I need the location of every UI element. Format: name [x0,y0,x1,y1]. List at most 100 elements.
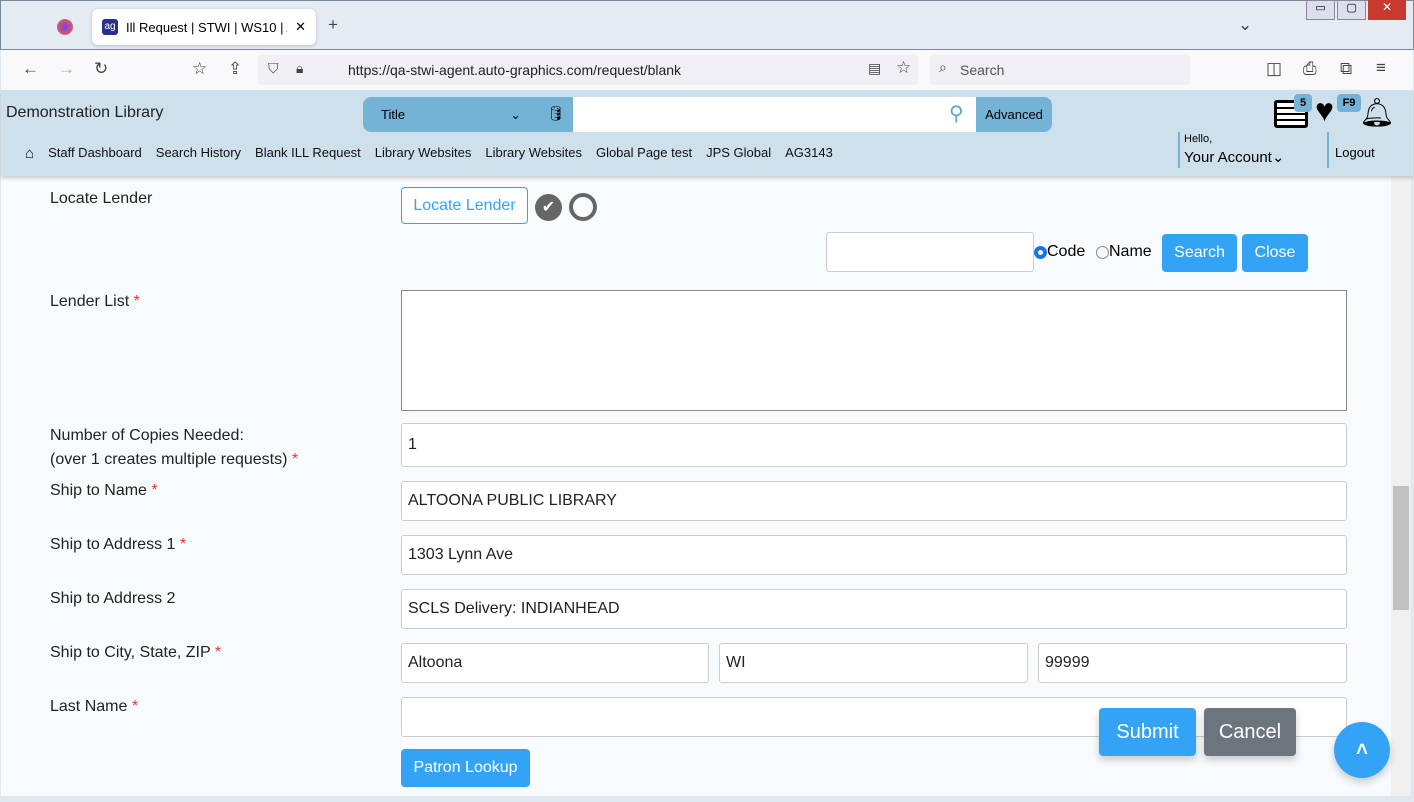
reader-view-icon[interactable]: ▤ [868,60,881,77]
required-mark: * [151,482,158,499]
tab-list-icon[interactable]: ⌄ [1238,15,1252,35]
copies-input[interactable]: 1 [401,423,1347,467]
address2-input[interactable]: SCLS Delivery: INDIANHEAD [401,589,1347,629]
shield-icon[interactable]: ⛉ [268,60,279,77]
address1-input[interactable]: 1303 Lynn Ave [401,535,1347,575]
divider [1327,132,1329,168]
print-icon[interactable]: ⎙ [1303,59,1317,79]
lender-search-input[interactable] [826,232,1034,272]
window-controls: ▭ ▢ ✕ [1306,0,1406,20]
check-circle-icon: ✔ [535,194,562,221]
browser-tab[interactable]: ag Ill Request | STWI | WS10 | Auto- ✕ [92,9,316,45]
nav-library-websites[interactable]: Library Websites [375,145,472,162]
locate-lender-button[interactable]: Locate Lender [401,187,528,224]
required-mark: * [291,451,299,468]
back-icon[interactable]: ← [22,59,39,79]
lender-list-label: Lender List [50,293,130,310]
main-nav: ⌂ Staff Dashboard Search History Blank I… [25,145,833,162]
search-icon[interactable]: ⚲ [949,101,964,126]
search-placeholder: Search [960,62,1005,78]
site-favicon: ag [102,19,118,35]
browser-search-input[interactable]: Search [930,55,1190,85]
city-state-zip-label: Ship to City, State, ZIP [50,644,211,661]
submit-button[interactable]: Submit [1099,708,1196,756]
list-count-badge: 5 [1294,94,1312,112]
close-window-icon[interactable]: ✕ [1368,0,1406,20]
favorites-badge: F9 [1337,94,1361,112]
chevron-down-icon: ⌄ [1271,149,1285,166]
ship-name-input[interactable]: ALTOONA PUBLIC LIBRARY [401,481,1347,521]
required-mark: * [133,293,140,310]
pocket-icon[interactable]: ◫ [1266,59,1282,79]
account-label: Your Account [1184,149,1272,166]
heart-icon[interactable]: ♥ [1315,94,1334,126]
forward-icon[interactable]: → [58,59,75,79]
nav-global-page-test[interactable]: Global Page test [596,145,692,162]
radio-checked-icon [1034,245,1047,259]
hello-text: Hello, [1184,133,1213,145]
state-input[interactable]: WI [719,643,1028,683]
scrollbar[interactable] [1391,176,1411,796]
search-type-select[interactable]: Title ⌄ [363,97,573,132]
lock-icon[interactable]: 🔒︎ [296,60,303,77]
locate-lender-label: Locate Lender [50,190,153,207]
nav-ag3143[interactable]: AG3143 [785,145,833,162]
chevron-down-icon: ⌄ [510,106,521,122]
nav-staff-dashboard[interactable]: Staff Dashboard [48,145,142,162]
search-icon: ⌕ [939,59,947,75]
bell-icon[interactable]: 🔔︎ [1359,96,1395,129]
lender-list-textarea[interactable] [401,290,1347,411]
nav-jps-global[interactable]: JPS Global [706,145,771,162]
search-type-value: Title [381,107,406,122]
circle-icon [569,193,597,221]
url-text: https://qa-stwi-agent.auto-graphics.com/… [348,62,682,78]
radio-code-label: Code [1047,243,1086,260]
library-name: Demonstration Library [6,104,164,121]
copies-hint: (over 1 creates multiple requests) [50,451,288,468]
catalog-search-input[interactable] [573,97,976,132]
logout-link[interactable]: Logout [1335,145,1375,160]
address2-label: Ship to Address 2 [50,590,176,607]
nav-blank-ill-request[interactable]: Blank ILL Request [255,145,361,162]
required-mark: * [179,536,187,553]
firefox-icon [57,19,73,35]
share-icon[interactable]: ⇪ [228,59,242,79]
radio-name[interactable]: Name [1096,243,1152,261]
chevron-up-icon: ˄ [1356,739,1368,761]
zip-input[interactable]: 99999 [1038,643,1347,683]
city-input[interactable]: Altoona [401,643,709,683]
reload-icon[interactable]: ↻ [94,59,108,79]
close-tab-icon[interactable]: ✕ [295,19,306,35]
radio-unchecked-icon [1096,245,1109,259]
cancel-button[interactable]: Cancel [1204,708,1296,756]
menu-icon[interactable]: ≡ [1376,58,1386,78]
patron-lookup-button[interactable]: Patron Lookup [401,749,530,787]
copies-label: Number of Copies Needed: [50,427,244,444]
required-mark: * [131,698,139,715]
extensions-icon[interactable]: ⧉ [1340,59,1352,79]
nav-search-history[interactable]: Search History [156,145,241,162]
address1-label: Ship to Address 1 [50,536,176,553]
account-menu[interactable]: Your Account⌄ [1184,148,1284,166]
bookmark-page-icon[interactable]: ☆ [192,59,207,79]
divider [1178,132,1180,168]
tab-title: Ill Request | STWI | WS10 | Auto- [126,19,287,35]
minimize-icon[interactable]: ▭ [1306,0,1336,20]
close-button[interactable]: Close [1242,234,1308,272]
radio-name-label: Name [1109,243,1152,260]
advanced-search-button[interactable]: Advanced [976,97,1052,132]
home-icon[interactable]: ⌂ [25,145,34,162]
nav-library-websites-2[interactable]: Library Websites [485,145,582,162]
url-bar[interactable]: https://qa-stwi-agent.auto-graphics.com/… [258,55,918,85]
required-mark: * [214,644,222,661]
lender-search-button[interactable]: Search [1162,234,1237,272]
last-name-label: Last Name [50,698,128,715]
site-header: Demonstration Library Title ⌄ 🛢︎ ⚲ Advanc… [1,90,1413,176]
radio-code[interactable]: Code [1034,243,1085,261]
scroll-to-top-button[interactable]: ˄ [1334,722,1390,778]
star-icon[interactable]: ☆ [896,58,911,78]
new-tab-icon[interactable]: + [328,15,338,35]
database-icon[interactable]: 🛢︎ [547,105,565,122]
maximize-icon[interactable]: ▢ [1337,0,1367,20]
ship-name-label: Ship to Name [50,482,147,499]
